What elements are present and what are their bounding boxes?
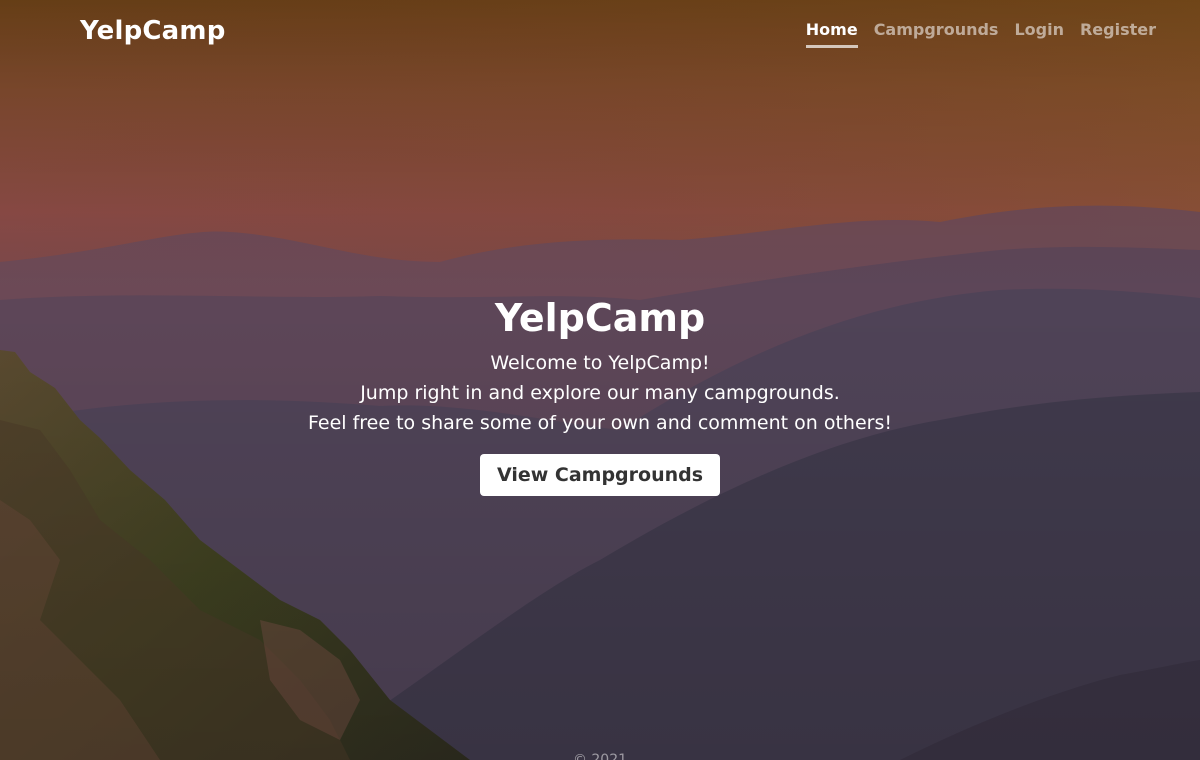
nav-link-home[interactable]: Home <box>805 20 858 48</box>
hero-section: YelpCamp Welcome to YelpCamp! Jump right… <box>0 296 1200 496</box>
hero-line-welcome: Welcome to YelpCamp! <box>490 352 710 374</box>
hero-line-share: Feel free to share some of your own and … <box>308 412 892 434</box>
page-footer: © 2021 <box>572 752 628 760</box>
hero-title: YelpCamp <box>494 296 706 340</box>
top-navbar: YelpCamp Home Campgrounds Login Register <box>0 0 1200 70</box>
view-campgrounds-button[interactable]: View Campgrounds <box>479 454 721 496</box>
nav-link-login[interactable]: Login <box>1014 20 1064 48</box>
nav-link-campgrounds[interactable]: Campgrounds <box>874 20 999 48</box>
brand-logo-text[interactable]: YelpCamp <box>80 16 226 46</box>
hero-description: Welcome to YelpCamp! Jump right in and e… <box>0 348 1200 438</box>
nav-link-register[interactable]: Register <box>1080 20 1156 48</box>
hero-line-explore: Jump right in and explore our many campg… <box>360 382 840 404</box>
main-navigation: Home Campgrounds Login Register <box>805 20 1156 48</box>
